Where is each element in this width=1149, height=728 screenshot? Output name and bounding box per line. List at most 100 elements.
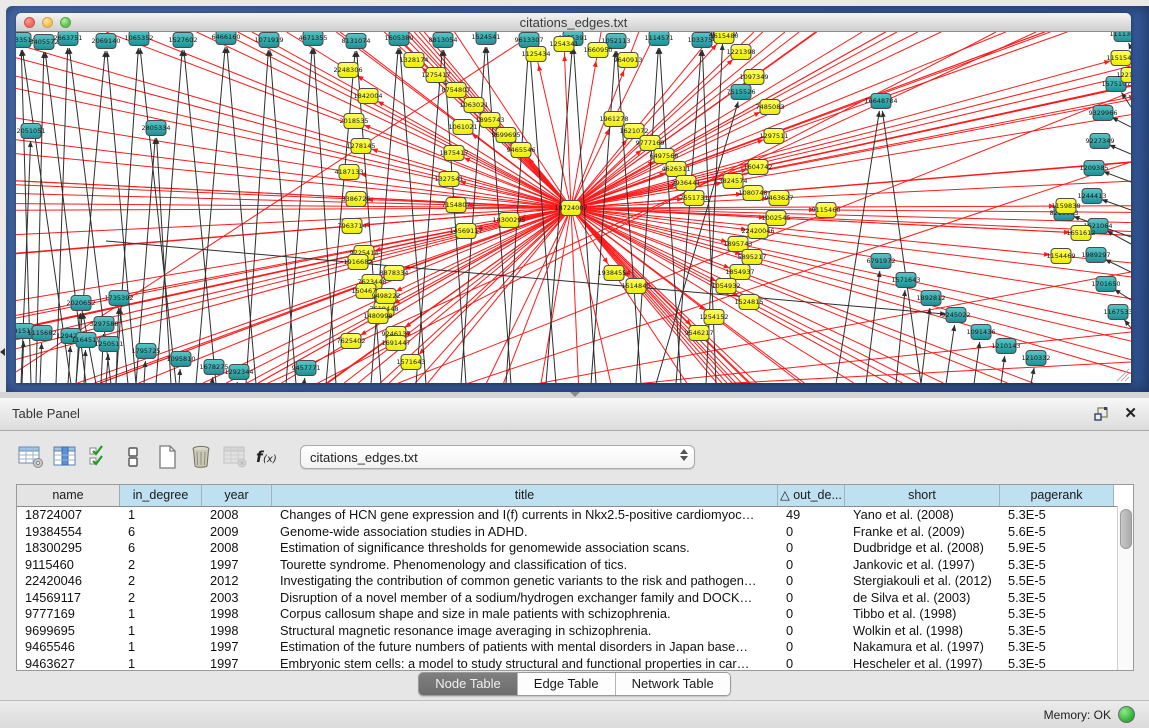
network-node[interactable]: 1735392 — [105, 291, 134, 306]
network-node[interactable]: 5895217 — [738, 250, 767, 265]
memory-status-indicator[interactable] — [1118, 706, 1135, 723]
new-file-icon[interactable] — [150, 441, 184, 473]
network-node[interactable]: 4626311 — [662, 162, 691, 177]
network-node[interactable]: 2051051 — [17, 124, 46, 139]
network-node[interactable]: 1154469 — [1047, 249, 1076, 264]
column-header-short[interactable]: short — [845, 485, 1000, 506]
scrollbar-thumb[interactable] — [1120, 509, 1132, 549]
network-node[interactable]: 1210143 — [992, 339, 1021, 354]
node-table[interactable]: namein_degreeyeartitle△ out_de...shortpa… — [16, 484, 1134, 671]
collapse-left-panel-icon[interactable] — [0, 348, 5, 356]
network-node[interactable]: 1651612 — [1067, 226, 1096, 241]
function-builder-icon[interactable]: f(x) — [252, 441, 286, 473]
table-row[interactable]: 946362711997Embryonic stem cells: a mode… — [17, 656, 1133, 672]
network-node[interactable]: 6466160 — [212, 32, 241, 45]
network-node[interactable]: 1524815 — [735, 295, 764, 310]
network-node[interactable]: 1875417 — [440, 146, 469, 161]
network-node[interactable]: 1159838 — [1052, 199, 1081, 214]
network-node[interactable]: 1071919 — [255, 33, 284, 48]
network-node[interactable]: 1297511 — [760, 129, 789, 144]
network-node[interactable]: 9465546 — [507, 143, 536, 158]
network-window-titlebar[interactable]: citations_edges.txt — [16, 13, 1131, 32]
table-row[interactable]: 969969511998Structural magnetic resonanc… — [17, 623, 1133, 640]
network-node[interactable]: 8813054 — [429, 33, 458, 48]
network-node[interactable]: 9546217 — [685, 326, 714, 341]
network-node[interactable]: 9245022 — [942, 308, 971, 323]
network-node[interactable]: 1660950 — [584, 43, 613, 58]
network-node[interactable]: 1842004 — [354, 89, 383, 104]
network-node[interactable]: 7551731 — [680, 191, 709, 206]
table-scrollbar[interactable] — [1117, 506, 1133, 670]
network-node[interactable]: 1221398 — [727, 45, 756, 60]
network-node[interactable]: 2663751 — [54, 32, 83, 46]
network-node[interactable]: 1292344 — [225, 365, 254, 380]
network-node[interactable]: 1065352 — [125, 32, 154, 46]
close-panel-icon[interactable]: ✕ — [1124, 404, 1137, 422]
network-node[interactable]: 1327541 — [435, 172, 464, 187]
network-node[interactable]: 1111305 — [1110, 32, 1131, 42]
table-selector-dropdown[interactable]: citations_edges.txt — [300, 445, 695, 469]
network-node[interactable]: 9640913 — [614, 53, 643, 68]
network-view[interactable]: 1933514340557226637512069140106535215276… — [16, 32, 1131, 383]
column-header-out_de[interactable]: △ out_de... — [778, 485, 845, 506]
network-node[interactable]: 1895743 — [476, 113, 505, 128]
table-settings-icon[interactable] — [14, 441, 48, 473]
network-node[interactable]: 9457771 — [292, 361, 321, 376]
network-node[interactable]: 1125434 — [522, 47, 551, 62]
network-node[interactable]: 1080748 — [739, 186, 768, 201]
select-columns-icon[interactable] — [82, 441, 116, 473]
network-node[interactable]: 2248306 — [334, 63, 363, 78]
table-row[interactable]: 1938455462009Genome-wide association stu… — [17, 524, 1133, 541]
network-node[interactable]: 1061021 — [449, 120, 478, 135]
network-node[interactable]: 1701650 — [1092, 277, 1121, 292]
network-node[interactable]: 16648784 — [864, 94, 897, 109]
tab-edge-table[interactable]: Edge Table — [518, 673, 616, 695]
network-node[interactable]: 1167533 — [1104, 305, 1131, 320]
network-node[interactable]: 1892812 — [917, 291, 946, 306]
network-node[interactable]: 2020652 — [67, 296, 96, 311]
tab-network-table[interactable]: Network Table — [616, 673, 730, 695]
network-node[interactable]: 1514845 — [622, 279, 651, 294]
network-node[interactable]: 1278145 — [347, 139, 376, 154]
network-node[interactable]: 1328174 — [400, 53, 429, 68]
column-header-in_degree[interactable]: in_degree — [120, 485, 202, 506]
rows-icon[interactable] — [116, 441, 150, 473]
network-node[interactable]: 1210332 — [1022, 351, 1051, 366]
network-node[interactable]: 2018535 — [340, 114, 369, 129]
network-node[interactable]: 9699695 — [492, 128, 521, 143]
network-node[interactable]: 1916682 — [344, 255, 373, 270]
network-node[interactable]: 2936441 — [672, 176, 701, 191]
network-node[interactable]: 7515526 — [727, 85, 756, 100]
network-canvas[interactable]: 1933514340557226637512069140106535215276… — [16, 32, 1131, 383]
table-header-row[interactable]: namein_degreeyeartitle△ out_de...shortpa… — [17, 485, 1133, 507]
network-node[interactable]: 7485083 — [756, 100, 785, 115]
network-node[interactable]: 1115682 — [28, 326, 57, 341]
network-node[interactable]: 1691447 — [382, 336, 411, 351]
float-panel-icon[interactable] — [1093, 406, 1109, 422]
network-node[interactable]: 1063021 — [460, 98, 489, 113]
network-node[interactable]: 1209385 — [1080, 161, 1109, 176]
network-node[interactable]: 1524541 — [472, 32, 501, 45]
network-node[interactable]: 1097349 — [740, 70, 769, 85]
network-node[interactable]: 1254341 — [550, 37, 579, 52]
network-node[interactable]: 2069140 — [92, 34, 121, 49]
table-row[interactable]: 1830029562008Estimation of significance … — [17, 540, 1133, 557]
table-body[interactable]: 1872400712008Changes of HCN gene express… — [17, 507, 1133, 671]
network-node[interactable]: 4187133 — [335, 165, 364, 180]
network-node[interactable]: 3297588 — [90, 317, 119, 332]
table-row[interactable]: 1872400712008Changes of HCN gene express… — [17, 507, 1133, 524]
network-node[interactable]: 1254152 — [700, 310, 729, 325]
network-node[interactable]: 4671355 — [299, 32, 328, 46]
column-header-year[interactable]: year — [202, 485, 272, 506]
network-node[interactable]: 1250511 — [95, 337, 124, 352]
network-node[interactable]: 9329966 — [1089, 106, 1118, 121]
show-columns-icon[interactable] — [48, 441, 82, 473]
network-node[interactable]: 1480998 — [364, 309, 393, 324]
network-node[interactable]: 2805334 — [142, 121, 171, 136]
network-node[interactable]: 8754807 — [442, 83, 471, 98]
network-node[interactable]: 7963714 — [338, 219, 367, 234]
network-node[interactable]: 7154807 — [442, 198, 471, 213]
network-node[interactable]: 1114571 — [645, 32, 674, 46]
column-header-name[interactable]: name — [17, 485, 120, 506]
network-node[interactable]: 8131074 — [342, 34, 371, 49]
